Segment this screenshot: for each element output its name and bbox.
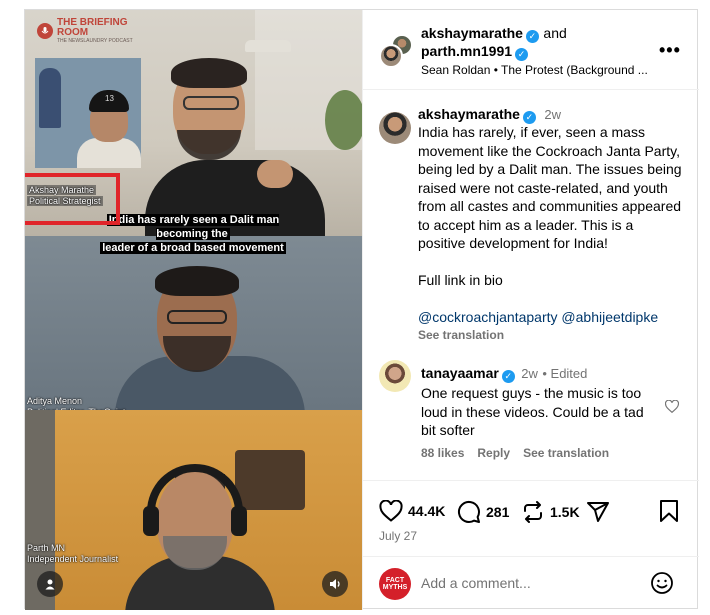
smiley-icon (651, 572, 673, 594)
post-dialog: THE BRIEFING ROOM THE NEWSLAUNDRY PODCAS… (24, 9, 699, 610)
share-button[interactable] (586, 500, 610, 524)
caption-text: India has rarely, if ever, seen a mass m… (418, 124, 682, 251)
speaker-icon (329, 579, 340, 589)
audio-track-link[interactable]: Sean Roldan • The Protest (Background ..… (421, 63, 661, 77)
video-panel-aditya: Aditya Menon Political Editor, TheQuint (25, 236, 362, 410)
highlight-box (25, 173, 120, 225)
caption-username[interactable]: akshaymarathe (418, 106, 520, 122)
comment-bubble-icon (457, 500, 480, 523)
comment-edited: • Edited (542, 366, 588, 381)
verified-badge-icon: ✓ (525, 30, 539, 43)
post-date: July 27 (379, 529, 418, 543)
author1-username[interactable]: akshaymarathe (421, 25, 523, 41)
comment-input[interactable]: Add a comment... (421, 575, 531, 591)
tagged-users-button[interactable] (37, 571, 63, 597)
subtitle-line1: India has rarely seen a Dalit man becomi… (106, 214, 280, 240)
like-button[interactable]: 44.4K (379, 500, 445, 522)
comment-meta: 88 likes Reply See translation (421, 446, 609, 460)
more-options-button[interactable]: ••• (659, 40, 681, 61)
comment-username[interactable]: tanayaamar (421, 365, 499, 381)
author2-username[interactable]: parth.mn1991 (421, 43, 512, 59)
comment-age: 2w (521, 366, 538, 381)
comment-avatar[interactable] (379, 360, 411, 392)
caption-body: India has rarely, if ever, seen a mass m… (418, 123, 684, 327)
mention-cockroachjantaparty[interactable]: @cockroachjantaparty (418, 309, 558, 325)
subtitle-line2: leader of a broad based movement (100, 242, 286, 254)
mute-button[interactable] (322, 571, 348, 597)
caption-age: 2w (544, 107, 562, 122)
speaker2-lower-third: Aditya Menon Political Editor, TheQuint (27, 396, 125, 410)
authors-joiner: and (543, 25, 567, 41)
current-user-avatar[interactable]: FACT MYTHS (379, 568, 411, 600)
caption-header: akshaymarathe ✓ 2w (418, 106, 561, 124)
current-user-avatar-text: FACT MYTHS (382, 577, 408, 591)
comment-button[interactable]: 281 (457, 500, 509, 524)
repost-button[interactable]: 1.5K (521, 500, 580, 524)
video-panel-parth: Parth MN Independent Journalist (25, 410, 362, 610)
heart-icon (379, 500, 403, 522)
emoji-button[interactable] (650, 571, 674, 600)
speaker3-name: Parth MN (27, 543, 66, 553)
speaker3-lower-third: Parth MN Independent Journalist (27, 543, 118, 565)
post-header: akshaymarathe ✓ and parth.mn1991 ✓ Sean Ro… (363, 10, 699, 90)
brand-sub: THE NEWSLAUNDRY PODCAST (57, 38, 133, 44)
brand-line2: ROOM (57, 27, 89, 38)
comment-likes[interactable]: 88 likes (421, 446, 464, 460)
like-count: 44.4K (408, 503, 446, 519)
caption-see-translation[interactable]: See translation (418, 328, 504, 342)
repost-icon (524, 501, 542, 523)
add-comment-bar: FACT MYTHS Add a comment... (363, 556, 699, 610)
video-player[interactable]: THE BRIEFING ROOM THE NEWSLAUNDRY PODCAS… (25, 10, 362, 610)
comment-reply-button[interactable]: Reply (477, 446, 510, 460)
comment-header: tanayaamar ✓ 2w • Edited (421, 365, 587, 383)
save-button[interactable] (659, 500, 679, 522)
repost-count: 1.5K (550, 504, 580, 520)
speaker3-role: Independent Journalist (27, 554, 119, 564)
comment-see-translation[interactable]: See translation (523, 446, 609, 460)
comment-count: 281 (486, 504, 510, 520)
caption-link-line: Full link in bio (418, 272, 503, 288)
avatar-akshay[interactable] (379, 44, 403, 68)
author2-line: parth.mn1991 ✓ (421, 43, 529, 61)
like-comment-button[interactable] (664, 399, 680, 418)
cap-logo: 13 (105, 94, 114, 103)
podcast-brand-logo: THE BRIEFING ROOM THE NEWSLAUNDRY PODCAS… (37, 18, 133, 44)
heart-icon (664, 399, 680, 414)
send-icon (587, 502, 609, 522)
video-subtitle: India has rarely seen a Dalit man becomi… (93, 213, 293, 255)
authors-line: akshaymarathe ✓ and (421, 25, 567, 43)
user-icon (45, 579, 55, 590)
caption-avatar[interactable] (379, 112, 411, 144)
microphone-icon (37, 23, 53, 39)
speaker2-name: Aditya Menon (27, 396, 83, 406)
comment-text: One request guys - the music is too loud… (421, 385, 644, 438)
mention-abhijeetdipke[interactable]: @abhijeetdipke (561, 309, 658, 325)
verified-badge-icon: ✓ (515, 48, 529, 61)
bookmark-icon (660, 500, 678, 522)
verified-badge-icon: ✓ (501, 370, 515, 383)
inset-photo: 13 (35, 58, 141, 168)
post-side-panel: akshaymarathe ✓ and parth.mn1991 ✓ Sean Ro… (362, 10, 699, 610)
